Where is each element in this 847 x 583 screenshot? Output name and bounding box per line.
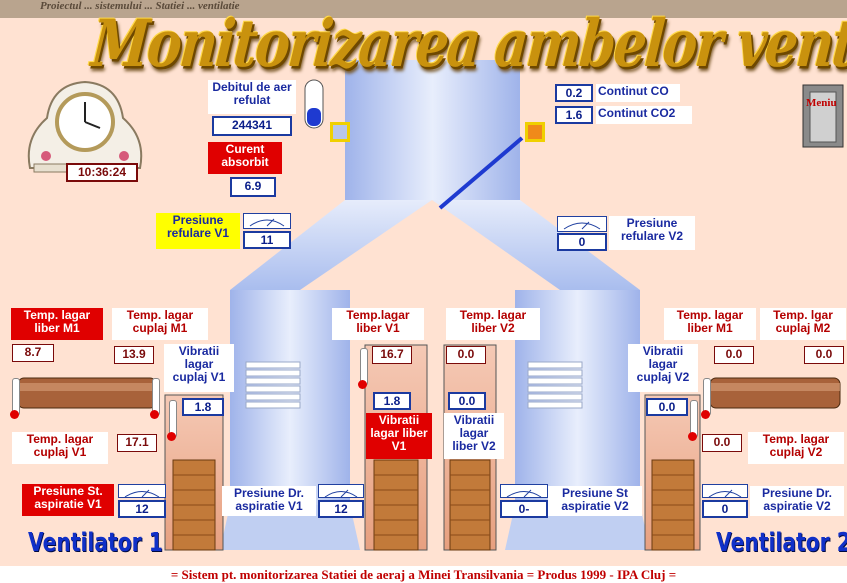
gauge-asp-dr-v1-icon: [318, 484, 364, 498]
bulb-m1-right: [150, 410, 159, 419]
pressure-ref-v2-value: 0: [557, 233, 607, 251]
v2-temp-cuplaj-m2-value: 0.0: [804, 346, 844, 364]
status-footer: = Sistem pt. monitorizarea Statiei de ae…: [0, 566, 847, 583]
fan-v1-title: Ventilator 1: [28, 528, 163, 558]
gauge-ref-v2-icon: [557, 216, 607, 232]
v2-vib-liber-label: Vibratii lagar liber V2: [444, 413, 504, 459]
pressure-asp-dr-v1-value: 12: [318, 500, 364, 518]
v2-temp-liber-v2-label: Temp. lagar liber V2: [446, 308, 540, 340]
v1-temp-cuplaj-v1-value: 17.1: [117, 434, 157, 452]
v1-temp-liber-v1-label: Temp.lagar liber V1: [332, 308, 424, 340]
v1-vib-liber-value: 1.8: [373, 392, 411, 410]
v1-temp-cuplaj-m1-label: Temp. lagar cuplaj M1: [112, 308, 208, 340]
pressure-ref-v1-label: Presiune refulare V1: [156, 213, 240, 249]
v2-temp-cuplaj-v2-label: Temp. lagar cuplaj V2: [748, 432, 844, 464]
clock-time: 10:36:24: [66, 163, 138, 182]
v2-vib-cuplaj-value: 0.0: [646, 398, 688, 416]
bulb-v2-cuplaj: [688, 432, 697, 441]
pressure-asp-dr-v2-value: 0: [702, 500, 748, 518]
v1-temp-liber-m1-value: 8.7: [12, 344, 54, 362]
current-label: Curent absorbit: [208, 142, 282, 174]
v2-temp-cuplaj-m2-label: Temp. lgar cuplaj M2: [760, 308, 846, 340]
pressure-asp-dr-v2-label: Presiune Dr. aspiratie V2: [750, 486, 844, 516]
co2-label: Continut CO2: [596, 106, 692, 124]
v2-vib-cuplaj-label: Vibratii lagar cuplaj V2: [628, 344, 698, 392]
flow-value: 244341: [212, 116, 292, 136]
sensor-indicator-left: [330, 122, 350, 142]
bulb-m2-left: [701, 410, 710, 419]
pressure-asp-st-v2-label: Presiune St aspiratie V2: [548, 486, 642, 516]
v2-vib-liber-value: 0.0: [448, 392, 486, 410]
motor-m2: [709, 377, 841, 409]
pressure-ref-v2-label: Presiune refulare V2: [609, 216, 695, 250]
pressure-asp-st-v1-label: Presiune St. aspiratie V1: [22, 484, 114, 516]
clock-icon: [27, 80, 143, 173]
bulb-m1-left: [10, 410, 19, 419]
pressure-asp-st-v1-value: 12: [118, 500, 166, 518]
hmi-screen: Proiectul ... sistemului ... Statiei ...…: [0, 0, 847, 583]
pressure-ref-v1-value: 11: [243, 231, 291, 249]
bulb-v1-cuplaj: [167, 432, 176, 441]
menu-button[interactable]: Meniu: [802, 85, 844, 147]
v1-temp-cuplaj-v1-label: Temp. lagar cuplaj V1: [12, 432, 108, 464]
v2-temp-cuplaj-v2-value: 0.0: [702, 434, 742, 452]
page-title: Monitorizarea ambelor ventilatoare: [88, 6, 847, 83]
flow-gauge-fill: [307, 108, 321, 126]
v2-temp-liber-m1-label: Temp. lagar liber M1: [664, 308, 756, 340]
pressure-asp-dr-v1-label: Presiune Dr. aspiratie V1: [222, 486, 316, 516]
flow-label: Debitul de aer refulat: [208, 80, 296, 114]
current-value: 6.9: [230, 177, 276, 197]
gauge-asp-st-v2-icon: [500, 484, 548, 498]
gauge-asp-dr-v2-icon: [702, 484, 748, 498]
v1-temp-liber-m1-label: Temp. lagar liber M1: [11, 308, 103, 340]
v1-temp-liber-v1-value: 16.7: [372, 346, 412, 364]
pressure-asp-st-v2-value: 0-: [500, 500, 548, 518]
fan-v2-title: Ventilator 2: [716, 528, 847, 558]
co2-value: 1.6: [555, 106, 593, 124]
co-value: 0.2: [555, 84, 593, 102]
motor-m1: [17, 377, 157, 409]
v1-vib-cuplaj-label: Vibratii lagar cuplaj V1: [164, 344, 234, 392]
v2-temp-liber-v2-value: 0.0: [446, 346, 486, 364]
sensor-indicator-right: [525, 122, 545, 142]
menu-label: Meniu: [806, 97, 837, 109]
v1-vib-cuplaj-value: 1.8: [182, 398, 224, 416]
co-label: Continut CO: [596, 84, 680, 102]
gauge-asp-st-v1-icon: [118, 484, 166, 498]
v1-vib-liber-label: Vibratii lagar liber V1: [366, 413, 432, 459]
gauge-ref-v1-icon: [243, 213, 291, 229]
v2-temp-liber-m1-value: 0.0: [714, 346, 754, 364]
v1-temp-cuplaj-m1-value: 13.9: [114, 346, 154, 364]
bulb-liber-v1: [358, 380, 367, 389]
